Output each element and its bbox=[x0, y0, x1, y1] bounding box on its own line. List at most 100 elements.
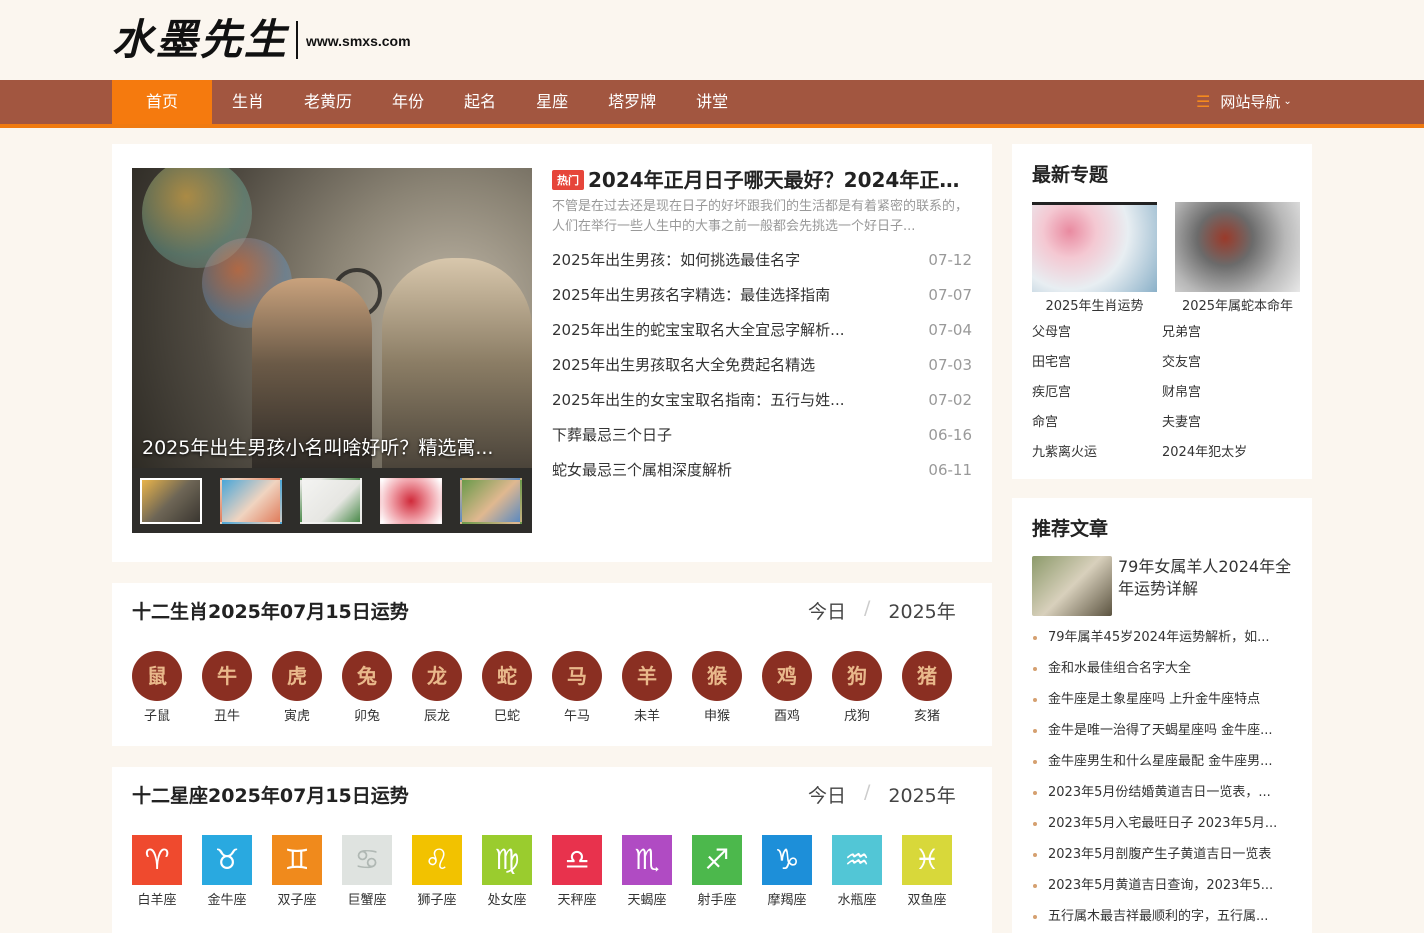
news-item[interactable]: 2025年出生男孩名字精选：最佳选择指南 07-07 bbox=[552, 278, 972, 313]
zodiac-animal-icon[interactable]: 马 bbox=[552, 651, 602, 701]
nav-item-home[interactable]: 首页 bbox=[112, 80, 212, 124]
topic-link[interactable]: 2024年犯太岁 bbox=[1162, 438, 1292, 468]
recommended-item[interactable]: 2023年5月剖腹产生子黄道吉日一览表 bbox=[1032, 839, 1294, 870]
topic-link[interactable]: 夫妻宫 bbox=[1162, 408, 1292, 438]
zodiac-animal-icon[interactable]: 猴 bbox=[692, 651, 742, 701]
constellation-item[interactable]: ♉ 金牛座 bbox=[202, 835, 252, 908]
news-item[interactable]: 下葬最忌三个日子 06-16 bbox=[552, 418, 972, 453]
thumbnail[interactable] bbox=[380, 477, 442, 524]
zodiac-animal-icon[interactable]: 兔 bbox=[342, 651, 392, 701]
zodiac-item[interactable]: 龙辰龙 bbox=[412, 651, 462, 724]
thumbnail[interactable] bbox=[300, 477, 362, 524]
slide-caption[interactable]: 2025年出生男孩小名叫啥好听？精选寓... bbox=[142, 433, 493, 460]
topic-card[interactable]: 2025年属蛇本命年 bbox=[1175, 202, 1300, 314]
recommended-top-title[interactable]: 79年女属羊人2024年全年运势详解 bbox=[1118, 556, 1293, 616]
constellation-symbol-icon[interactable]: ♉ bbox=[202, 835, 252, 885]
recommended-item[interactable]: 2023年5月黄道吉日查询，2023年5... bbox=[1032, 870, 1294, 901]
zodiac-animal-icon[interactable]: 牛 bbox=[202, 651, 252, 701]
recommended-item[interactable]: 金牛是唯一治得了天蝎星座吗 金牛座... bbox=[1032, 715, 1294, 746]
zodiac-item[interactable]: 蛇巳蛇 bbox=[482, 651, 532, 724]
zodiac-item[interactable]: 羊未羊 bbox=[622, 651, 672, 724]
topic-link[interactable]: 命宫 bbox=[1032, 408, 1162, 438]
constellation-symbol-icon[interactable]: ♓ bbox=[902, 835, 952, 885]
constellation-symbol-icon[interactable]: ♊ bbox=[272, 835, 322, 885]
constellation-symbol-icon[interactable]: ♈ bbox=[132, 835, 182, 885]
recommended-top-article[interactable]: 79年女属羊人2024年全年运势详解 bbox=[1032, 556, 1293, 616]
constellation-item[interactable]: ♒ 水瓶座 bbox=[832, 835, 882, 908]
constellation-item[interactable]: ♊ 双子座 bbox=[272, 835, 322, 908]
zodiac-item[interactable]: 狗戌狗 bbox=[832, 651, 882, 724]
recommended-item[interactable]: 五行属木最吉祥最顺利的字，五行属... bbox=[1032, 901, 1294, 932]
tab-year[interactable]: 2025年 bbox=[888, 781, 955, 808]
tab-year[interactable]: 2025年 bbox=[888, 597, 955, 624]
nav-item-lecture[interactable]: 讲堂 bbox=[676, 80, 748, 124]
constellation-item[interactable]: ♍ 处女座 bbox=[482, 835, 532, 908]
thumbnail[interactable] bbox=[460, 477, 522, 524]
nav-item-naming[interactable]: 起名 bbox=[444, 80, 516, 124]
topic-link[interactable]: 田宅宫 bbox=[1032, 348, 1162, 378]
topic-link[interactable]: 财帛宫 bbox=[1162, 378, 1292, 408]
topic-card[interactable]: 2025年生肖运势 bbox=[1032, 202, 1157, 314]
constellation-symbol-icon[interactable]: ♐ bbox=[692, 835, 742, 885]
recommended-item[interactable]: 2023年5月入宅最旺日子 2023年5月... bbox=[1032, 808, 1294, 839]
nav-item-almanac[interactable]: 老黄历 bbox=[284, 80, 372, 124]
tab-today[interactable]: 今日 bbox=[808, 781, 846, 808]
recommended-item[interactable]: 2023年5月份结婚黄道吉日一览表，... bbox=[1032, 777, 1294, 808]
constellation-item[interactable]: ♑ 摩羯座 bbox=[762, 835, 812, 908]
zodiac-animal-icon[interactable]: 虎 bbox=[272, 651, 322, 701]
zodiac-item[interactable]: 兔卯兔 bbox=[342, 651, 392, 724]
news-item[interactable]: 2025年出生男孩：如何挑选最佳名字 07-12 bbox=[552, 243, 972, 278]
news-item[interactable]: 蛇女最忌三个属相深度解析 06-11 bbox=[552, 453, 972, 488]
news-item[interactable]: 2025年出生的蛇宝宝取名大全宜忌字解析... 07-04 bbox=[552, 313, 972, 348]
zodiac-item[interactable]: 猪亥猪 bbox=[902, 651, 952, 724]
nav-item-zodiac[interactable]: 生肖 bbox=[212, 80, 284, 124]
recommended-thumbnail[interactable] bbox=[1032, 556, 1112, 616]
zodiac-animal-icon[interactable]: 龙 bbox=[412, 651, 462, 701]
news-item[interactable]: 2025年出生的女宝宝取名指南：五行与姓... 07-02 bbox=[552, 383, 972, 418]
constellation-item[interactable]: ♈ 白羊座 bbox=[132, 835, 182, 908]
constellation-item[interactable]: ♎ 天秤座 bbox=[552, 835, 602, 908]
zodiac-item[interactable]: 鼠子鼠 bbox=[132, 651, 182, 724]
constellation-item[interactable]: ♋ 巨蟹座 bbox=[342, 835, 392, 908]
slide-image[interactable]: 2025年出生男孩小名叫啥好听？精选寓... bbox=[132, 168, 532, 468]
topic-link[interactable]: 交友宫 bbox=[1162, 348, 1292, 378]
constellation-symbol-icon[interactable]: ♒ bbox=[832, 835, 882, 885]
recommended-item[interactable]: 金牛座是土象星座吗 上升金牛座特点 bbox=[1032, 684, 1294, 715]
topic-image[interactable] bbox=[1175, 202, 1300, 292]
news-item[interactable]: 2025年出生男孩取名大全免费起名精选 07-03 bbox=[552, 348, 972, 383]
topic-link[interactable]: 九紫离火运 bbox=[1032, 438, 1162, 468]
zodiac-animal-icon[interactable]: 鸡 bbox=[762, 651, 812, 701]
thumbnail[interactable] bbox=[140, 477, 202, 524]
zodiac-item[interactable]: 牛丑牛 bbox=[202, 651, 252, 724]
zodiac-item[interactable]: 鸡酉鸡 bbox=[762, 651, 812, 724]
topic-image[interactable] bbox=[1032, 202, 1157, 292]
topic-link[interactable]: 父母宫 bbox=[1032, 318, 1162, 348]
constellation-symbol-icon[interactable]: ♎ bbox=[552, 835, 602, 885]
recommended-item[interactable]: 金牛座男生和什么星座最配 金牛座男... bbox=[1032, 746, 1294, 777]
zodiac-animal-icon[interactable]: 羊 bbox=[622, 651, 672, 701]
topic-link[interactable]: 疾厄宫 bbox=[1032, 378, 1162, 408]
constellation-item[interactable]: ♏ 天蝎座 bbox=[622, 835, 672, 908]
nav-item-constellation[interactable]: 星座 bbox=[516, 80, 588, 124]
tab-today[interactable]: 今日 bbox=[808, 597, 846, 624]
site-nav-menu[interactable]: ☰ 网站导航 ⌄ bbox=[1196, 80, 1292, 124]
zodiac-item[interactable]: 马午马 bbox=[552, 651, 602, 724]
zodiac-item[interactable]: 猴申猴 bbox=[692, 651, 742, 724]
image-slider[interactable]: 2025年出生男孩小名叫啥好听？精选寓... bbox=[132, 168, 532, 533]
nav-item-year[interactable]: 年份 bbox=[372, 80, 444, 124]
nav-item-tarot[interactable]: 塔罗牌 bbox=[588, 80, 676, 124]
featured-title[interactable]: 热门 2024年正月日子哪天最好？2024年正月... bbox=[552, 164, 972, 193]
zodiac-animal-icon[interactable]: 狗 bbox=[832, 651, 882, 701]
zodiac-animal-icon[interactable]: 猪 bbox=[902, 651, 952, 701]
constellation-symbol-icon[interactable]: ♍ bbox=[482, 835, 532, 885]
constellation-symbol-icon[interactable]: ♋ bbox=[342, 835, 392, 885]
thumbnail[interactable] bbox=[220, 477, 282, 524]
topic-link[interactable]: 兄弟宫 bbox=[1162, 318, 1292, 348]
zodiac-item[interactable]: 虎寅虎 bbox=[272, 651, 322, 724]
zodiac-animal-icon[interactable]: 蛇 bbox=[482, 651, 532, 701]
constellation-symbol-icon[interactable]: ♑ bbox=[762, 835, 812, 885]
constellation-symbol-icon[interactable]: ♌ bbox=[412, 835, 462, 885]
constellation-item[interactable]: ♌ 狮子座 bbox=[412, 835, 462, 908]
constellation-item[interactable]: ♐ 射手座 bbox=[692, 835, 742, 908]
recommended-item[interactable]: 金和水最佳组合名字大全 bbox=[1032, 653, 1294, 684]
